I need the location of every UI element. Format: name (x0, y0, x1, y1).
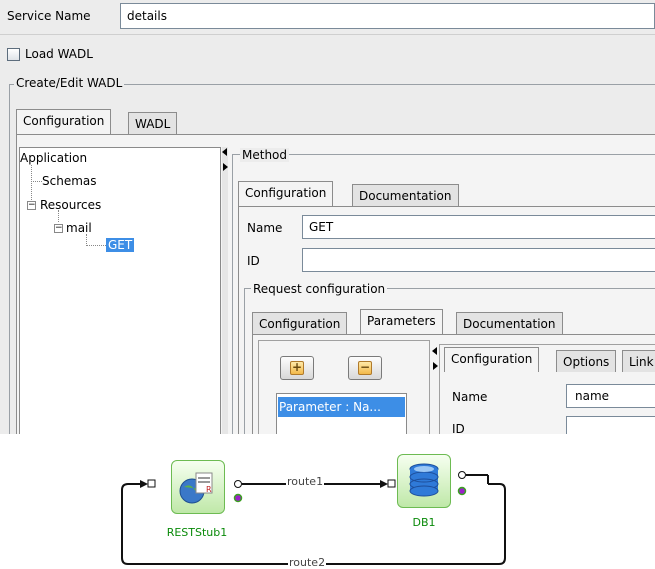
reststub-out-port (234, 480, 242, 488)
param-splitter-arrow-left-icon[interactable] (432, 347, 437, 355)
create-edit-area: Create/Edit WADL Configuration WADL Appl… (0, 74, 655, 453)
tree-line (31, 181, 42, 182)
method-tab-configuration[interactable]: Configuration (238, 181, 334, 206)
request-tab-configuration[interactable]: Configuration (252, 312, 348, 334)
tree-panel[interactable]: Application Schemas − Resources − mail G… (19, 147, 221, 437)
param-name-value: name (575, 389, 610, 403)
tree-expand-toggle[interactable]: − (54, 224, 63, 233)
create-edit-legend: Create/Edit WADL (14, 76, 125, 90)
request-tab-documentation[interactable]: Documentation (456, 312, 563, 334)
reststub-error-port (233, 493, 243, 503)
svg-text:R: R (206, 485, 212, 494)
add-parameter-button[interactable]: + (280, 356, 314, 380)
method-id-label: ID (247, 254, 260, 268)
db-in-port (387, 479, 396, 488)
remove-parameter-button[interactable]: − (348, 356, 382, 380)
load-wadl-row: Load WADL (0, 34, 655, 74)
tree-node-application[interactable]: Application (20, 151, 87, 165)
flow-canvas: R RESTStub1 DB1 route1 route2 (0, 434, 655, 569)
db-out-port (458, 471, 466, 479)
node-reststub1-label: RESTStub1 (166, 526, 228, 539)
db-error-port (457, 486, 467, 496)
database-icon (409, 463, 439, 497)
tree-node-mail[interactable]: mail (66, 221, 92, 235)
parameter-detail-tabs: Configuration Options Link (444, 347, 655, 372)
route2-arrow-icon (140, 480, 148, 488)
tree-expand-toggle[interactable]: − (27, 201, 36, 210)
tree-node-schemas[interactable]: Schemas (42, 174, 97, 188)
reststub-in-port (147, 479, 156, 488)
tree-node-get-selected[interactable]: GET (106, 238, 135, 252)
method-legend: Method (240, 148, 290, 162)
param-tab-options[interactable]: Options (556, 350, 617, 372)
param-tab-link[interactable]: Link (622, 350, 655, 372)
node-db1[interactable] (397, 454, 451, 508)
add-icon: + (290, 360, 304, 375)
route-lines (121, 471, 506, 565)
method-id-input[interactable] (302, 248, 655, 272)
param-tab-configuration[interactable]: Configuration (444, 347, 540, 372)
splitter-arrow-left-icon[interactable] (222, 148, 227, 156)
tab-wadl[interactable]: WADL (128, 112, 178, 134)
param-name-label: Name (452, 390, 488, 404)
service-name-label: Service Name (7, 9, 91, 23)
load-wadl-checkbox[interactable] (7, 48, 20, 61)
route1-label[interactable]: route1 (286, 475, 325, 488)
parameter-item-label: Parameter : Na... (279, 400, 381, 414)
parameter-list-item[interactable]: Parameter : Na... (278, 397, 405, 417)
service-name-value: details (127, 9, 167, 23)
node-db1-label: DB1 (412, 516, 436, 529)
remove-icon: − (358, 360, 372, 375)
tab-configuration[interactable]: Configuration (16, 109, 112, 134)
param-name-input[interactable]: name (566, 384, 655, 408)
splitter-arrow-right-icon[interactable] (223, 163, 228, 171)
node-reststub1[interactable]: R (171, 460, 225, 514)
load-wadl-label: Load WADL (25, 47, 93, 61)
request-tab-parameters[interactable]: Parameters (360, 309, 443, 334)
method-name-label: Name (247, 221, 283, 235)
method-tabs: Configuration Documentation (238, 181, 478, 206)
method-name-value: GET (309, 220, 334, 234)
tree-line (58, 210, 59, 222)
route1-arrow-icon (380, 480, 388, 488)
tree-line (86, 245, 106, 246)
splitter[interactable] (222, 147, 228, 437)
service-name-row: Service Name details (0, 0, 655, 34)
tree-node-resources[interactable]: Resources (40, 198, 101, 212)
rest-service-icon: R (179, 472, 213, 504)
method-tab-documentation[interactable]: Documentation (352, 184, 459, 206)
param-splitter-arrow-right-icon[interactable] (433, 362, 438, 370)
request-config-legend: Request configuration (251, 282, 388, 296)
route2-label[interactable]: route2 (288, 556, 327, 569)
request-tabs: Configuration Parameters Documentation (252, 309, 582, 334)
create-edit-tabs: Configuration WADL (16, 109, 216, 134)
service-name-input[interactable]: details (120, 3, 655, 29)
method-name-input[interactable]: GET (302, 215, 655, 239)
